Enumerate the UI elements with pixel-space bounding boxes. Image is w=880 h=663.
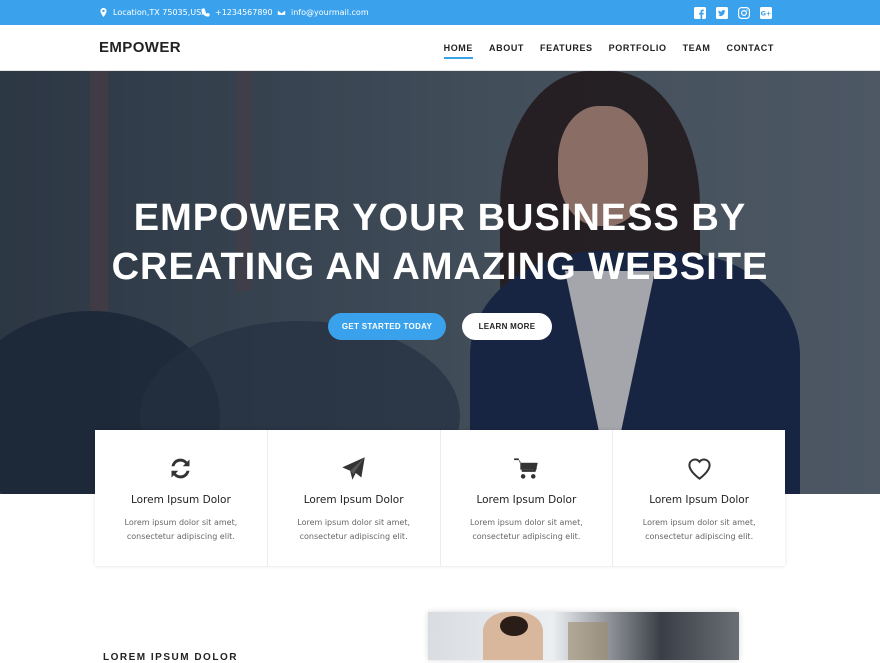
nav-features[interactable]: FEATURES xyxy=(540,39,593,57)
map-pin-icon xyxy=(100,8,107,17)
nav-home[interactable]: HOME xyxy=(443,39,474,59)
feature-description: Lorem ipsum dolor sit amet, consectetur … xyxy=(95,516,267,544)
feature-card: Lorem Ipsum Dolor Lorem ipsum dolor sit … xyxy=(613,430,785,566)
feature-title: Lorem Ipsum Dolor xyxy=(476,494,577,506)
nav-portfolio[interactable]: PORTFOLIO xyxy=(609,39,667,57)
feature-description-line: Lorem ipsum dolor sit amet, xyxy=(124,518,238,527)
feature-description-line: Lorem ipsum dolor sit amet, xyxy=(642,518,756,527)
twitter-icon[interactable] xyxy=(716,6,728,19)
feature-card: Lorem Ipsum Dolor Lorem ipsum dolor sit … xyxy=(441,430,614,566)
paper-plane-icon xyxy=(268,455,440,483)
site-header: EMPOWER HOME ABOUT FEATURES PORTFOLIO TE… xyxy=(0,25,880,71)
main-nav: HOME ABOUT FEATURES PORTFOLIO TEAM CONTA… xyxy=(443,25,774,70)
feature-description-line: consectetur adipiscing elit. xyxy=(126,532,235,541)
google-plus-icon[interactable]: G+ xyxy=(760,6,772,19)
email-text[interactable]: info@yourmail.com xyxy=(291,8,369,17)
phone-icon xyxy=(201,8,210,17)
refresh-icon xyxy=(95,455,267,483)
feature-description: Lorem ipsum dolor sit amet, consectetur … xyxy=(441,516,613,544)
facebook-icon[interactable] xyxy=(694,6,706,19)
get-started-button[interactable]: GET STARTED TODAY xyxy=(328,313,446,340)
feature-description-line: consectetur adipiscing elit. xyxy=(299,532,408,541)
nav-about[interactable]: ABOUT xyxy=(489,39,524,57)
cart-icon xyxy=(441,455,613,483)
email-info: info@yourmail.com xyxy=(277,0,369,25)
heart-icon xyxy=(613,455,785,483)
brand-logo[interactable]: EMPOWER xyxy=(99,25,181,70)
social-links: G+ xyxy=(694,0,772,25)
photo-person-hair xyxy=(500,616,528,636)
feature-description-line: consectetur adipiscing elit. xyxy=(645,532,754,541)
feature-title: Lorem Ipsum Dolor xyxy=(649,494,750,506)
features-row: Lorem Ipsum Dolor Lorem ipsum dolor sit … xyxy=(95,430,785,566)
feature-title: Lorem Ipsum Dolor xyxy=(130,494,231,506)
phone-info: +1234567890 xyxy=(201,0,273,25)
feature-description-line: consectetur adipiscing elit. xyxy=(472,532,581,541)
hero-headline-line1: EMPOWER YOUR BUSINESS BY xyxy=(133,197,747,239)
phone-text: +1234567890 xyxy=(215,8,273,17)
svg-text:G+: G+ xyxy=(761,9,772,17)
nav-contact[interactable]: CONTACT xyxy=(726,39,774,57)
top-info-bar: Location,TX 75035,USA +1234567890 info@y… xyxy=(0,0,880,25)
learn-more-button[interactable]: LEARN MORE xyxy=(462,313,552,340)
nav-team[interactable]: TEAM xyxy=(683,39,711,57)
feature-card: Lorem Ipsum Dolor Lorem ipsum dolor sit … xyxy=(95,430,268,566)
section-title: LOREM IPSUM DOLOR xyxy=(103,652,238,663)
location-info: Location,TX 75035,USA xyxy=(99,0,207,25)
feature-description-line: Lorem ipsum dolor sit amet, xyxy=(297,518,410,527)
feature-card: Lorem Ipsum Dolor Lorem ipsum dolor sit … xyxy=(268,430,441,566)
hero-headline-line2: CREATING AN AMAZING WEBSITE xyxy=(111,246,769,288)
section-photo xyxy=(428,612,739,660)
feature-description-line: Lorem ipsum dolor sit amet, xyxy=(470,518,583,527)
feature-description: Lorem ipsum dolor sit amet, consectetur … xyxy=(268,516,440,544)
photo-background-object xyxy=(568,622,608,660)
location-text: Location,TX 75035,USA xyxy=(113,8,207,17)
envelope-icon xyxy=(277,9,286,16)
feature-description: Lorem ipsum dolor sit amet, consectetur … xyxy=(613,516,785,544)
feature-title: Lorem Ipsum Dolor xyxy=(303,494,404,506)
instagram-icon[interactable] xyxy=(738,6,750,19)
